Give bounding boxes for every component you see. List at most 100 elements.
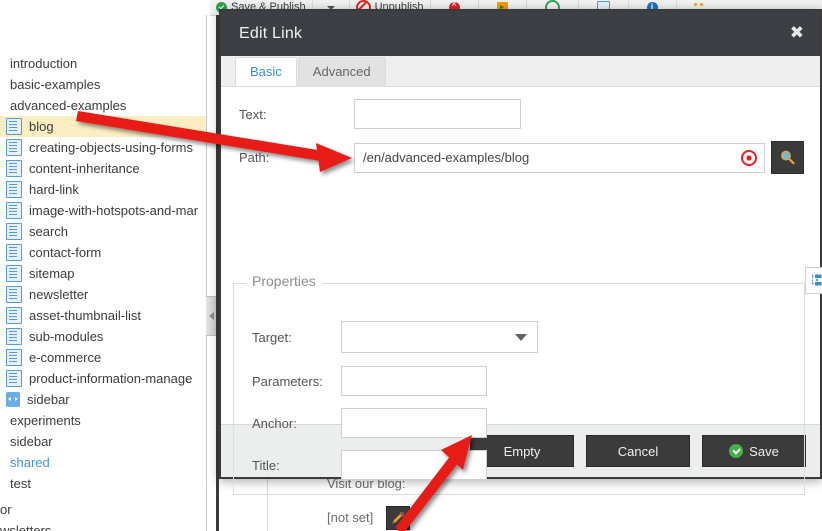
document-tree-bottom: or wsletters (0, 499, 206, 531)
tree-item-label: sitemap (29, 266, 75, 281)
tree-item-search[interactable]: search (0, 221, 206, 242)
tab-advanced[interactable]: Advanced (298, 57, 386, 86)
tree-item-advanced-examples[interactable]: advanced-examples (0, 95, 206, 116)
path-input[interactable] (354, 143, 765, 173)
document-icon (6, 307, 22, 324)
path-search-button[interactable] (771, 141, 804, 174)
tree-item-label: sidebar (10, 434, 53, 449)
tree-item-label: content-inheritance (29, 161, 140, 176)
tree-item-label: e-commerce (29, 350, 101, 365)
parameters-field-row: Parameters: (234, 366, 487, 396)
document-icon (6, 286, 22, 303)
tree-item-partial-1[interactable]: wsletters (0, 520, 206, 531)
target-select[interactable] (341, 321, 538, 353)
close-icon[interactable]: ✖ (790, 25, 804, 42)
tree-item-newsletter[interactable]: newsletter (0, 284, 206, 305)
tree-item-label: image-with-hotspots-and-mar (29, 203, 198, 218)
anchor-input[interactable] (341, 408, 487, 438)
anchor-field-row: Anchor: (234, 408, 487, 438)
tree-item-label: wsletters (0, 523, 51, 531)
path-field-row: Path: (239, 141, 804, 174)
document-tree: introduction basic-examples advanced-examp… (0, 53, 206, 494)
title-input[interactable] (341, 450, 487, 480)
parameters-input[interactable] (341, 366, 487, 396)
dialog-tabstrip: Basic Advanced (221, 56, 820, 87)
tree-item-basic-examples[interactable]: basic-examples (0, 74, 206, 95)
drag-ghost-blog: blog (805, 267, 822, 294)
tree-item-experiments[interactable]: experiments (0, 410, 206, 431)
tree-node-icon (811, 274, 822, 287)
tree-item-label: basic-examples (10, 77, 100, 92)
tree-item-label: shared (10, 455, 50, 470)
tree-item-blog[interactable]: blog (0, 116, 206, 137)
pencil-icon (391, 511, 405, 525)
tree-item-label: introduction (10, 56, 77, 71)
document-tree-panel: introduction basic-examples advanced-examp… (0, 15, 207, 531)
tree-item-shared[interactable]: shared (0, 452, 206, 473)
properties-fieldset: Properties Target: Parameters: Anchor: (233, 283, 805, 495)
tree-item-sidebar[interactable]: sidebar (0, 431, 206, 452)
tree-item-sitemap[interactable]: sitemap (0, 263, 206, 284)
screen: Save & Publish Unpublish intr (0, 0, 822, 531)
document-icon (6, 265, 22, 282)
tab-basic[interactable]: Basic (235, 57, 297, 86)
chevron-down-icon (515, 334, 527, 341)
tree-item-asset-thumbnail-list[interactable]: asset-thumbnail-list (0, 305, 206, 326)
dialog-body: Text: Path: (221, 87, 820, 424)
tree-item-label: product-information-manage (29, 371, 192, 386)
tree-item-test[interactable]: test (0, 473, 206, 494)
document-icon (6, 202, 22, 219)
tree-item-e-commerce[interactable]: e-commerce (0, 347, 206, 368)
properties-legend: Properties (246, 273, 322, 289)
tree-item-label: blog (29, 119, 54, 134)
dialog-header: Edit Link ✖ (221, 11, 820, 56)
target-field-label: Target: (234, 330, 341, 345)
tree-item-label: or (0, 502, 12, 517)
document-icon (6, 370, 22, 387)
title-field-row: Title: (234, 450, 487, 480)
target-icon[interactable] (741, 150, 757, 166)
document-icon (6, 160, 22, 177)
tree-item-content-inheritance[interactable]: content-inheritance (0, 158, 206, 179)
tree-item-label: experiments (10, 413, 81, 428)
document-icon (6, 181, 22, 198)
parameters-field-label: Parameters: (234, 374, 341, 389)
tree-item-label: contact-form (29, 245, 101, 260)
tree-item-sub-modules[interactable]: sub-modules (0, 326, 206, 347)
tree-item-product-information-manage[interactable]: product-information-manage (0, 368, 206, 389)
text-field-label: Text: (239, 107, 354, 122)
tree-item-contact-form[interactable]: contact-form (0, 242, 206, 263)
tree-item-label: search (29, 224, 68, 239)
tree-item-label: newsletter (29, 287, 88, 302)
dialog-title: Edit Link (239, 25, 302, 43)
text-input[interactable] (354, 99, 521, 129)
tree-item-introduction[interactable]: introduction (0, 53, 206, 74)
document-icon (6, 349, 22, 366)
search-icon (779, 149, 796, 166)
edit-link-dialog: Edit Link ✖ Basic Advanced Text: Path: (219, 9, 822, 479)
title-field-label: Title: (234, 458, 341, 473)
tree-item-label: sub-modules (29, 329, 103, 344)
document-icon (6, 328, 22, 345)
target-field-row: Target: (234, 321, 538, 353)
document-icon (6, 223, 22, 240)
tree-item-label: test (10, 476, 31, 491)
chevron-left-icon (209, 312, 214, 320)
tree-item-partial-0[interactable]: or (0, 499, 206, 520)
path-input-wrapper (354, 143, 765, 173)
tree-item-creating-objects-using-forms[interactable]: creating-objects-using-forms (0, 137, 206, 158)
path-field-label: Path: (239, 150, 354, 165)
not-set-value: [not set] (327, 510, 373, 525)
tree-item-image-with-hotspots-and-mar[interactable]: image-with-hotspots-and-mar (0, 200, 206, 221)
document-icon (6, 118, 22, 135)
tree-item-label: hard-link (29, 182, 79, 197)
document-icon (6, 139, 22, 156)
edit-link-pencil-button[interactable] (386, 506, 410, 530)
tree-item-label: advanced-examples (10, 98, 126, 113)
tree-item-label: sidebar (27, 392, 70, 407)
tree-item-hard-link[interactable]: hard-link (0, 179, 206, 200)
anchor-field-label: Anchor: (234, 416, 341, 431)
tree-item-label: creating-objects-using-forms (29, 140, 193, 155)
text-field-row: Text: (239, 99, 521, 129)
tree-item-sidebar[interactable]: sidebar (0, 389, 206, 410)
